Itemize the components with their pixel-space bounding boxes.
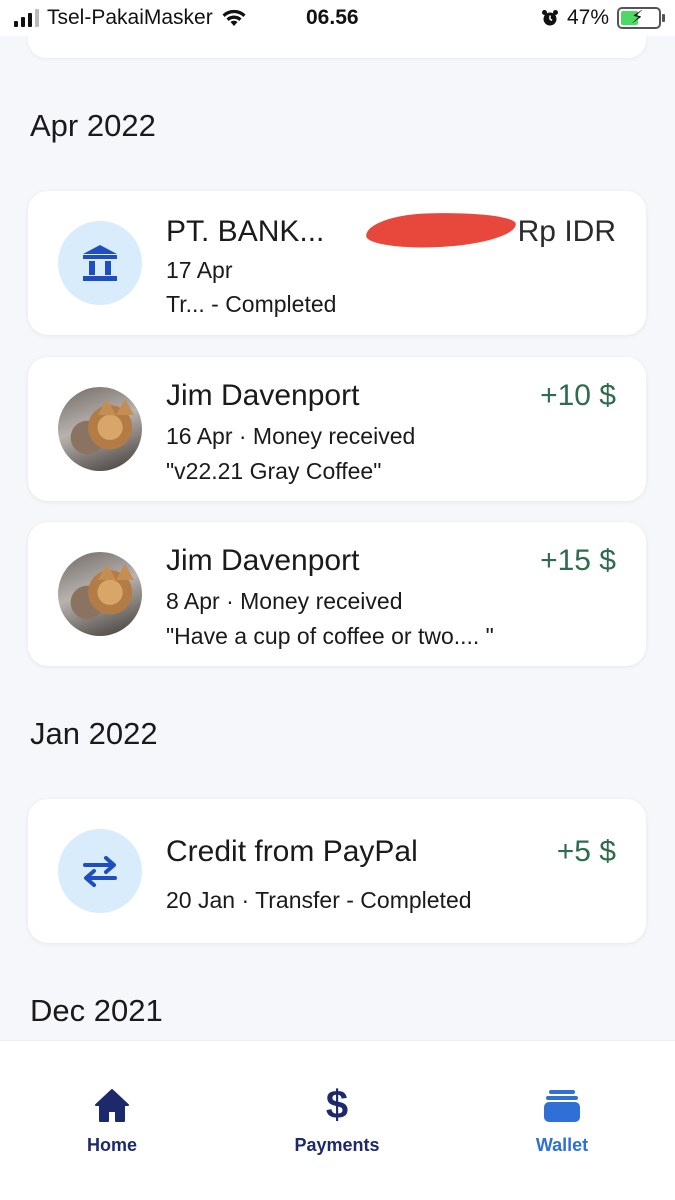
wifi-icon: [222, 9, 246, 26]
home-icon: [95, 1089, 129, 1122]
nav-label: Wallet: [535, 1135, 589, 1155]
transaction-detail: Tr... - Completed: [166, 291, 337, 317]
carrier-group: Tsel-PakaiMasker: [14, 6, 247, 30]
clock-time: 06.56: [306, 6, 359, 29]
transaction-name: Jim Davenport: [166, 544, 360, 577]
transaction-amount: +10 $: [540, 379, 616, 412]
nav-home[interactable]: Home: [32, 1085, 192, 1156]
nav-label: Home: [86, 1135, 137, 1155]
transaction-amount: +5 $: [556, 835, 616, 868]
nav-payments[interactable]: $ Payments: [257, 1085, 417, 1156]
section-heading-jan-2022: Jan 2022: [30, 716, 158, 751]
transaction-date: 17 Apr: [166, 257, 233, 283]
transaction-date-line: 20 Jan · Transfer - Completed: [166, 887, 472, 913]
battery-percent: 47%: [566, 6, 609, 29]
transaction-card-jim-1[interactable]: Jim Davenport +10 $ 16 Apr · Money recei…: [28, 357, 646, 501]
bottom-nav: Home $ Payments Wallet: [0, 1040, 675, 1200]
transaction-name: Credit from PayPal: [166, 835, 418, 868]
transaction-card-jim-2[interactable]: Jim Davenport +15 $ 8 Apr · Money receiv…: [28, 522, 646, 666]
avatar: [58, 552, 142, 636]
battery-group: 47% ⚡: [541, 6, 665, 30]
dollar-icon: $: [325, 1083, 349, 1127]
bank-icon: [58, 221, 142, 305]
nav-label: Payments: [294, 1135, 380, 1155]
signal-icon: [14, 9, 39, 27]
alarm-icon: [541, 10, 558, 26]
transaction-name: Jim Davenport: [166, 379, 360, 412]
transaction-amount: +15 $: [540, 544, 616, 577]
section-heading-apr-2022: Apr 2022: [30, 108, 156, 143]
transaction-card-bank[interactable]: PT. BANK... Rp IDR 17 Apr Tr... - Comple…: [28, 191, 646, 335]
status-bar: Tsel-PakaiMasker 06.56 47% ⚡: [0, 0, 675, 36]
transaction-date-line: 16 Apr · Money received: [166, 423, 416, 449]
battery-icon: ⚡: [617, 7, 665, 29]
carrier-name: Tsel-PakaiMasker: [47, 6, 213, 29]
transaction-name: PT. BANK...: [166, 215, 325, 248]
transaction-note: "v22.21 Gray Coffee": [166, 458, 382, 484]
nav-wallet[interactable]: Wallet: [482, 1085, 642, 1156]
section-heading-dec-2021: Dec 2021: [30, 993, 163, 1028]
transfer-arrows-icon: [58, 829, 142, 913]
transaction-note: "Have a cup of coffee or two.... ": [166, 623, 494, 649]
transaction-amount: Rp IDR: [517, 215, 616, 248]
avatar: [58, 387, 142, 471]
redaction-mark: [365, 210, 517, 250]
transaction-card-paypal-credit[interactable]: Credit from PayPal +5 $ 20 Jan · Transfe…: [28, 799, 646, 943]
wallet-icon: [544, 1090, 580, 1122]
transaction-date-line: 8 Apr · Money received: [166, 588, 403, 614]
